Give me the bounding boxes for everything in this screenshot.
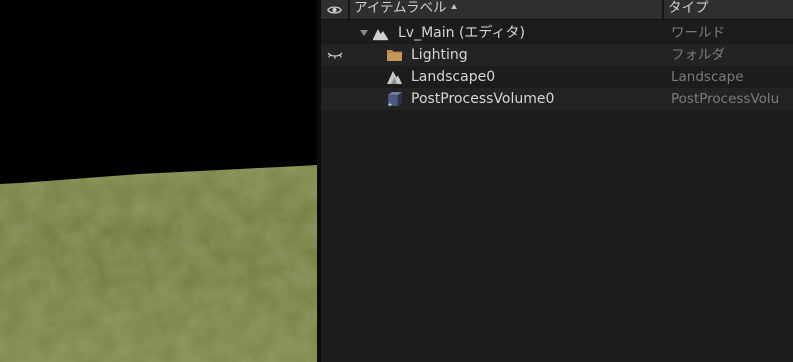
row-type: PostProcessVolu xyxy=(671,91,780,107)
row-type: ワールド xyxy=(671,25,725,41)
svg-text:+: + xyxy=(388,102,393,108)
visibility-toggle[interactable] xyxy=(321,22,348,44)
column-header-type[interactable]: タイプ xyxy=(668,0,709,19)
outliner-row-level[interactable]: Lv_Main (エディタ) ワールド xyxy=(321,22,793,44)
header-divider[interactable] xyxy=(662,0,664,19)
hidden-eye-icon[interactable] xyxy=(321,44,348,66)
outliner-row-actor[interactable]: + PostProcessVolume0 PostProcessVolu xyxy=(321,88,793,110)
row-label: Lv_Main (エディタ) xyxy=(398,25,525,41)
outliner-header: アイテムラベル タイプ xyxy=(321,0,793,20)
visibility-toggle[interactable] xyxy=(321,66,348,88)
sort-ascending-icon xyxy=(451,4,458,9)
row-label: Lighting xyxy=(411,47,468,63)
editor-window: アイテムラベル タイプ Lv_Main (エディタ) ワールド Lighting… xyxy=(0,0,793,362)
landscape-icon xyxy=(387,71,402,84)
header-divider[interactable] xyxy=(348,0,350,19)
level-viewport[interactable] xyxy=(0,0,317,362)
eye-icon[interactable] xyxy=(321,0,348,19)
expand-arrow-icon[interactable] xyxy=(360,30,368,36)
visibility-toggle[interactable] xyxy=(321,88,348,110)
column-header-item-label-text: アイテムラベル xyxy=(354,0,447,16)
world-outliner: アイテムラベル タイプ Lv_Main (エディタ) ワールド Lighting… xyxy=(321,0,793,362)
folder-icon xyxy=(387,50,402,61)
row-label: Landscape0 xyxy=(411,69,496,85)
outliner-row-actor[interactable]: Landscape0 Landscape xyxy=(321,66,793,88)
post-process-volume-icon: + xyxy=(388,92,402,108)
landscape-terrain xyxy=(0,0,317,362)
level-icon xyxy=(373,29,388,41)
column-header-item-label[interactable]: アイテムラベル xyxy=(354,0,458,19)
row-label: PostProcessVolume0 xyxy=(411,91,555,107)
column-header-type-text: タイプ xyxy=(668,0,709,16)
row-type: Landscape xyxy=(671,69,744,85)
outliner-row-folder[interactable]: Lighting フォルダ xyxy=(321,44,793,66)
row-type: フォルダ xyxy=(671,47,725,63)
